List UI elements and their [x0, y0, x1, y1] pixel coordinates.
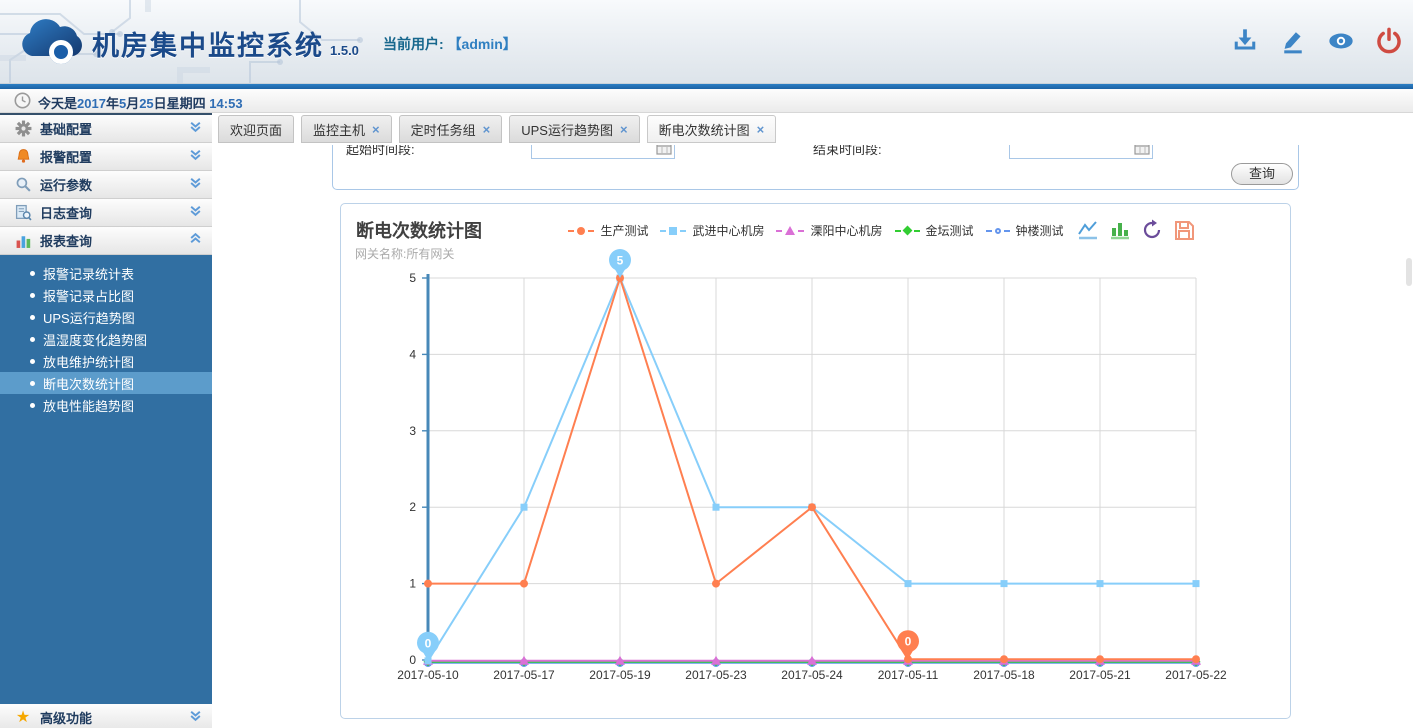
bullet-icon	[30, 337, 35, 342]
sidebar-submenu-item[interactable]: 放电性能趋势图	[0, 394, 212, 416]
markpoint-pin: 0	[417, 632, 439, 661]
y-tick-label: 3	[409, 424, 416, 438]
bullet-icon	[30, 315, 35, 320]
search-icon	[14, 176, 32, 194]
y-tick-label: 2	[409, 500, 416, 514]
sidebar-submenu: 报警记录统计表报警记录占比图UPS运行趋势图温湿度变化趋势图放电维护统计图断电次…	[0, 255, 212, 704]
x-tick-label: 2017-05-19	[589, 668, 651, 682]
svg-text:5: 5	[617, 254, 624, 268]
x-tick-label: 2017-05-21	[1069, 668, 1131, 682]
x-tick-label: 2017-05-11	[878, 668, 939, 682]
sidebar-menu-item[interactable]: 运行参数	[0, 171, 212, 199]
query-button[interactable]: 查询	[1231, 163, 1293, 185]
sidebar-menu-item[interactable]: 基础配置	[0, 115, 212, 143]
tab-断电次数统计图[interactable]: 断电次数统计图×	[647, 115, 777, 143]
bullet-icon	[30, 403, 35, 408]
sidebar-item-advanced[interactable]: ★ 高级功能	[0, 704, 212, 728]
tab-strip: 欢迎页面监控主机×定时任务组×UPS运行趋势图× 断电次数统计图×	[212, 113, 1413, 145]
download-icon[interactable]	[1231, 26, 1259, 56]
sidebar-submenu-item[interactable]: 温湿度变化趋势图	[0, 328, 212, 350]
tab-close-icon[interactable]: ×	[372, 122, 380, 137]
chart-panel: 断电次数统计图 网关名称:所有网关 生产测试武进中心机房溧阳中心机房金坛测试钟楼…	[340, 203, 1291, 719]
date-bar: 今天是2017年5月25日星期四 14:53	[0, 89, 1413, 113]
x-tick-label: 2017-05-17	[493, 668, 555, 682]
markpoint-pin: 0	[897, 630, 919, 659]
sidebar-submenu-item[interactable]: UPS运行趋势图	[0, 306, 212, 328]
scrollbar-thumb[interactable]	[1406, 258, 1412, 286]
log-search-icon	[14, 204, 32, 222]
current-user: 当前用户: 【admin】	[383, 34, 517, 54]
current-date-text: 今天是2017年5月25日星期四 14:53	[38, 93, 243, 112]
sidebar-submenu-item[interactable]: 报警记录占比图	[0, 284, 212, 306]
tab-close-icon[interactable]: ×	[620, 122, 628, 137]
tab-bar: 欢迎页面监控主机×定时任务组×UPS运行趋势图× 断电次数统计图×	[218, 115, 776, 143]
bell-icon	[14, 148, 32, 166]
y-tick-label: 4	[409, 347, 416, 361]
bullet-icon	[30, 381, 35, 386]
chevron-double-down-icon	[189, 709, 202, 727]
bullet-icon	[30, 271, 35, 276]
x-tick-label: 2017-05-24	[781, 668, 843, 682]
app-title: 机房集中监控系统1.5.0	[92, 24, 359, 63]
y-tick-label: 5	[409, 271, 416, 285]
bar-report-icon	[14, 232, 32, 250]
power-icon[interactable]	[1375, 26, 1403, 56]
tab-close-icon[interactable]: ×	[483, 122, 491, 137]
bullet-icon	[30, 293, 35, 298]
tab-定时任务组[interactable]: 定时任务组×	[399, 115, 503, 143]
app-header: 机房集中监控系统1.5.0 当前用户: 【admin】	[0, 0, 1413, 84]
tab-监控主机[interactable]: 监控主机×	[301, 115, 392, 143]
chevron-double-up-icon	[189, 232, 202, 250]
markpoint-pin: 5	[609, 249, 631, 278]
svg-text:0: 0	[905, 635, 912, 649]
x-tick-label: 2017-05-18	[973, 668, 1035, 682]
line-chart: 0 1 2 3 4 5 2017-05-10 2017-05-17 2017-05-19 2017…	[341, 204, 1290, 718]
tab-UPS运行趋势图[interactable]: UPS运行趋势图×	[509, 115, 639, 143]
chevron-double-down-icon	[189, 148, 202, 166]
eye-icon[interactable]	[1327, 26, 1355, 56]
sidebar-submenu-item[interactable]: 放电维护统计图	[0, 350, 212, 372]
app-version: 1.5.0	[330, 43, 359, 58]
y-tick-label: 1	[409, 577, 416, 591]
x-tick-label: 2017-05-23	[685, 668, 747, 682]
tab-欢迎页面[interactable]: 欢迎页面	[218, 115, 294, 143]
edit-icon[interactable]	[1279, 26, 1307, 56]
app-logo-cloud-icon	[14, 12, 86, 70]
svg-text:0: 0	[425, 636, 432, 650]
chevron-double-down-icon	[189, 120, 202, 138]
bullet-icon	[30, 359, 35, 364]
sidebar: 基础配置 报警配置 运行参数 日志查询 报表查询 报警记录统计表报警记录占比图U…	[0, 113, 212, 728]
chevron-double-down-icon	[189, 176, 202, 194]
chevron-double-down-icon	[189, 204, 202, 222]
y-tick-label: 0	[409, 653, 416, 667]
sidebar-menu-item[interactable]: 报警配置	[0, 143, 212, 171]
sidebar-menu-item[interactable]: 报表查询	[0, 227, 212, 255]
star-icon: ★	[14, 709, 32, 727]
clock-icon	[14, 92, 31, 109]
tab-close-icon[interactable]: ×	[757, 122, 765, 137]
x-tick-label: 2017-05-10	[397, 668, 459, 682]
x-tick-label: 2017-05-22	[1165, 668, 1227, 682]
sidebar-submenu-item[interactable]: 报警记录统计表	[0, 262, 212, 284]
gear-icon	[14, 120, 32, 138]
sidebar-menu-item[interactable]: 日志查询	[0, 199, 212, 227]
sidebar-submenu-item[interactable]: 断电次数统计图	[0, 372, 212, 394]
